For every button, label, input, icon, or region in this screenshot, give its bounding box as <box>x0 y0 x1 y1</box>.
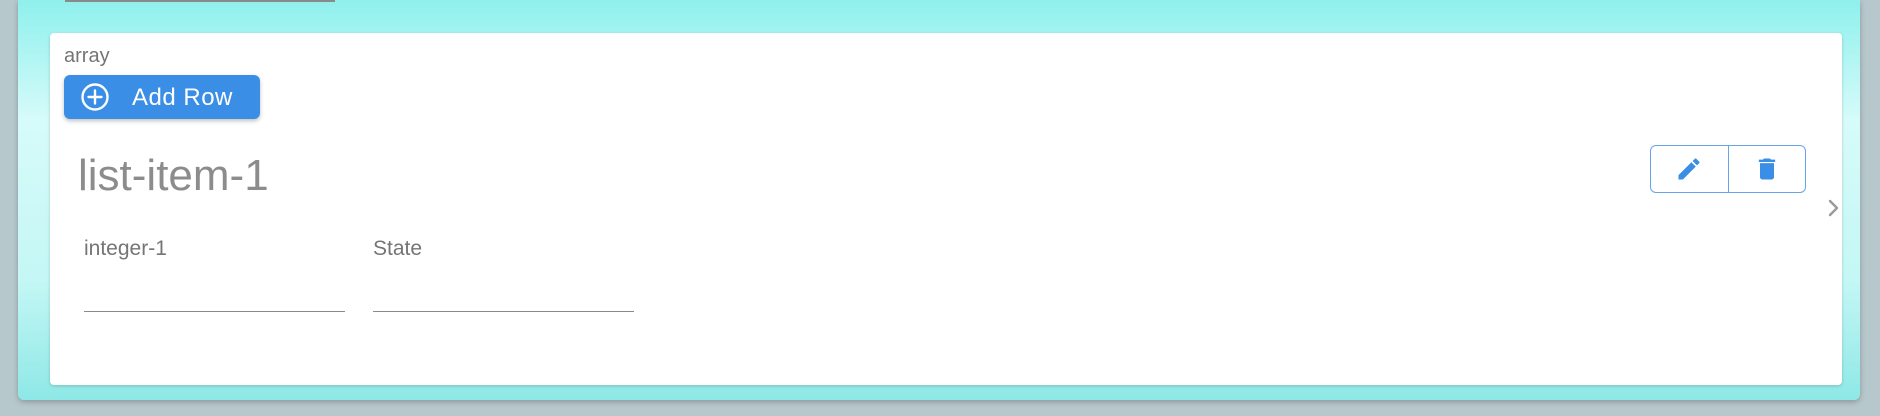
state-label: State <box>373 237 423 260</box>
integer-1-input[interactable] <box>84 265 345 312</box>
item-action-group <box>1650 145 1806 193</box>
integer-1-field: integer-1 <box>84 237 345 312</box>
delete-button[interactable] <box>1727 146 1806 192</box>
pencil-icon <box>1678 158 1700 180</box>
chevron-right-icon[interactable] <box>1825 196 1843 220</box>
outer-container: array Add Row list-item-1 integer-1 Stat… <box>18 0 1860 400</box>
previous-field-underline <box>65 0 335 2</box>
add-row-label: Add Row <box>132 84 233 111</box>
state-field: State <box>373 237 634 312</box>
state-input[interactable] <box>373 265 634 312</box>
array-label: array <box>64 45 110 67</box>
array-card: array Add Row list-item-1 integer-1 Stat… <box>50 33 1842 385</box>
edit-button[interactable] <box>1651 146 1728 192</box>
trash-icon <box>1758 158 1775 180</box>
add-row-button[interactable]: Add Row <box>64 75 260 119</box>
integer-1-label: integer-1 <box>84 237 167 260</box>
list-item-title: list-item-1 <box>78 151 269 200</box>
plus-circle-icon <box>81 83 109 111</box>
